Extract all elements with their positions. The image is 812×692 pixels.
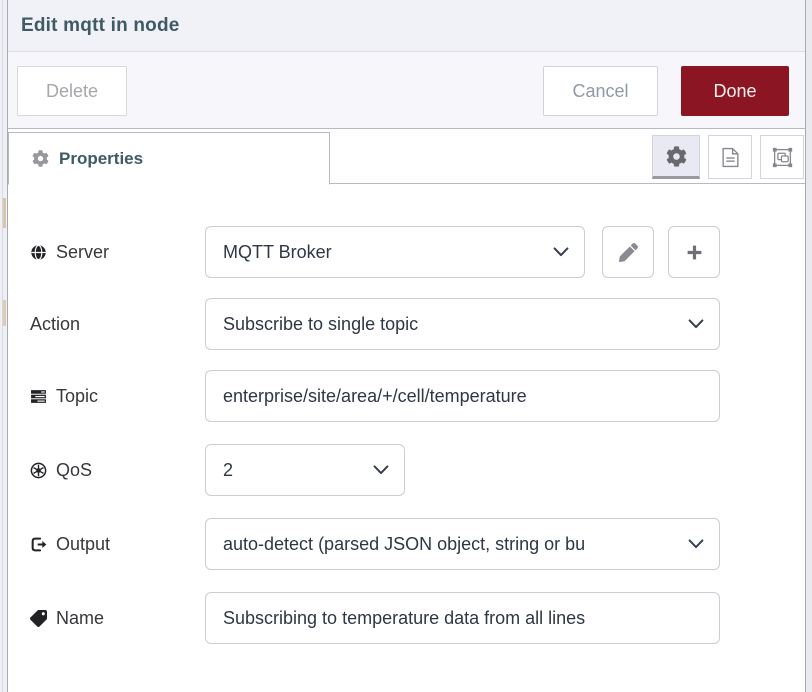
gear-icon: [666, 146, 687, 167]
delete-button[interactable]: Delete: [17, 66, 127, 116]
add-server-button[interactable]: [668, 226, 720, 278]
name-input[interactable]: [205, 592, 720, 644]
appearance-tab-button[interactable]: [760, 135, 804, 179]
action-row: Action Subscribe to single topic: [30, 298, 805, 350]
edit-server-button[interactable]: [602, 226, 654, 278]
qos-label: QoS: [30, 460, 205, 481]
name-row: Name: [30, 592, 805, 644]
topic-input[interactable]: [205, 370, 720, 422]
tab-properties-label: Properties: [59, 149, 143, 169]
globe-icon: [30, 244, 47, 261]
object-group-icon: [772, 147, 793, 168]
tab-properties[interactable]: Properties: [8, 132, 330, 185]
screen: Edit mqtt in node Delete Cancel Done Pro…: [0, 0, 812, 692]
topic-label: Topic: [30, 386, 205, 407]
server-select-value: MQTT Broker: [223, 242, 332, 263]
qos-select[interactable]: 2: [205, 444, 405, 496]
action-select[interactable]: Subscribe to single topic: [205, 298, 720, 350]
chevron-down-icon: [553, 247, 569, 257]
empire-icon: [30, 462, 47, 479]
action-label: Action: [30, 314, 205, 335]
gear-icon: [32, 150, 49, 167]
chevron-down-icon: [688, 319, 704, 329]
output-select-value: auto-detect (parsed JSON object, string …: [223, 534, 585, 555]
server-label: Server: [30, 242, 205, 263]
dialog-header: Edit mqtt in node: [8, 0, 805, 52]
output-row: Output auto-detect (parsed JSON object, …: [30, 518, 805, 570]
action-select-value: Subscribe to single topic: [223, 314, 418, 335]
server-row: Server MQTT Broker: [30, 226, 805, 278]
output-label: Output: [30, 534, 205, 555]
edit-mqtt-node-dialog: Edit mqtt in node Delete Cancel Done Pro…: [7, 0, 806, 692]
workspace-edge: [0, 0, 7, 692]
output-select[interactable]: auto-detect (parsed JSON object, string …: [205, 518, 720, 570]
properties-tab-button[interactable]: [652, 135, 700, 179]
description-tab-button[interactable]: [708, 135, 752, 179]
server-select[interactable]: MQTT Broker: [205, 226, 585, 278]
done-button[interactable]: Done: [681, 66, 789, 116]
tasks-icon: [30, 388, 47, 405]
sign-out-icon: [30, 536, 47, 553]
qos-select-value: 2: [223, 460, 233, 481]
plus-icon: [685, 243, 704, 262]
pencil-icon: [619, 243, 638, 262]
chevron-down-icon: [688, 539, 704, 549]
chevron-down-icon: [373, 465, 389, 475]
cancel-button[interactable]: Cancel: [543, 66, 658, 116]
qos-row: QoS 2: [30, 444, 805, 496]
topic-row: Topic: [30, 370, 805, 422]
document-icon: [720, 147, 741, 168]
tab-bar: Properties: [8, 129, 805, 184]
name-label: Name: [30, 608, 205, 629]
tag-icon: [30, 610, 47, 627]
dialog-title: Edit mqtt in node: [21, 15, 180, 37]
properties-form: Server MQTT Broker Action Subscr: [8, 184, 805, 644]
dialog-button-bar: Delete Cancel Done: [8, 52, 805, 129]
